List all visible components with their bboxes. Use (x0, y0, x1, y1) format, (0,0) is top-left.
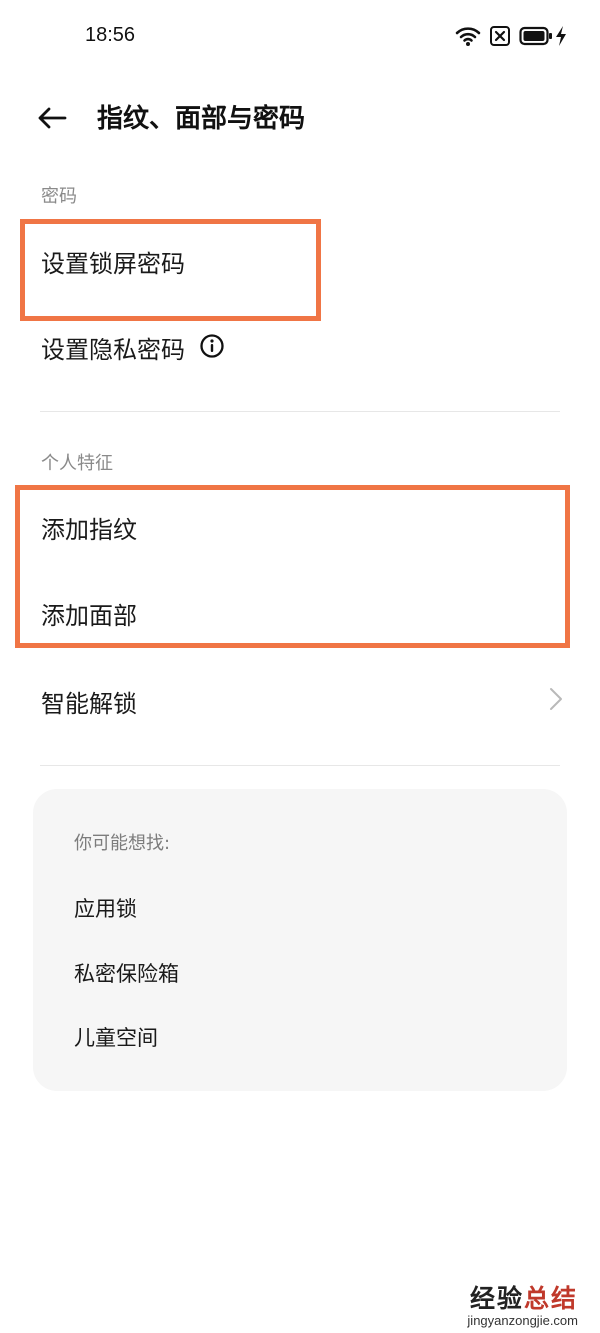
suggestion-item-kids-space[interactable]: 儿童空间 (74, 1022, 158, 1052)
divider (40, 411, 560, 412)
status-time: 18:56 (85, 24, 136, 46)
arrow-left-icon (37, 106, 67, 134)
section-label-password: 密码 (41, 186, 77, 207)
divider (40, 765, 560, 766)
chevron-right-icon (549, 687, 563, 715)
suggestion-item-private-safe[interactable]: 私密保险箱 (74, 958, 179, 988)
watermark-title-part1: 经验 (469, 1284, 524, 1313)
status-icons (455, 24, 567, 52)
add-face-item[interactable]: 添加面部 (41, 596, 137, 631)
watermark-url: jingyanzongjie.com (467, 1313, 578, 1328)
wifi-icon (455, 25, 481, 51)
watermark-title-part2: 总结 (523, 1284, 578, 1313)
back-button[interactable] (30, 98, 74, 142)
watermark-title: 经验总结 (467, 1285, 578, 1313)
watermark: 经验总结 jingyanzongjie.com (467, 1285, 578, 1329)
section-label-personal-features: 个人特征 (41, 453, 113, 474)
add-fingerprint-item[interactable]: 添加指纹 (41, 510, 137, 545)
smart-unlock-label: 智能解锁 (41, 689, 137, 718)
suggestions-label: 你可能想找: (74, 833, 171, 854)
sim-error-icon (489, 25, 511, 51)
smart-unlock-item[interactable]: 智能解锁 (41, 681, 563, 721)
info-icon[interactable] (199, 333, 225, 363)
set-privacy-password-label: 设置隐私密码 (41, 336, 185, 364)
set-privacy-password-item[interactable]: 设置隐私密码 (41, 330, 225, 365)
charging-icon (555, 25, 567, 51)
battery-icon (519, 26, 553, 50)
page-title: 指纹、面部与密码 (97, 104, 306, 134)
suggestion-item-app-lock[interactable]: 应用锁 (74, 893, 137, 923)
set-lock-screen-password-item[interactable]: 设置锁屏密码 (41, 244, 185, 279)
